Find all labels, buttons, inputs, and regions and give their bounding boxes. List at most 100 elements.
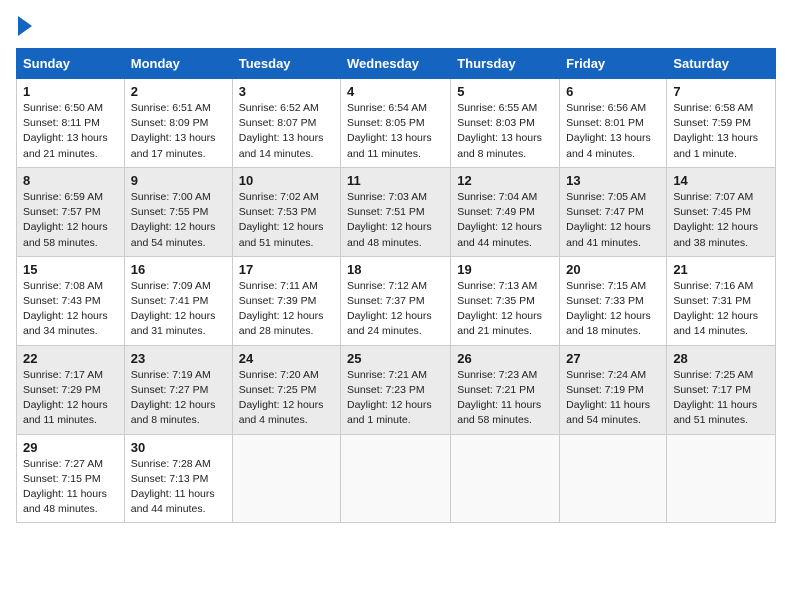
calendar-week-row: 22 Sunrise: 7:17 AMSunset: 7:29 PMDayligh… — [17, 345, 776, 434]
calendar-table: SundayMondayTuesdayWednesdayThursdayFrid… — [16, 48, 776, 523]
day-number: 9 — [131, 173, 226, 188]
day-number: 12 — [457, 173, 553, 188]
day-info: Sunrise: 7:12 AMSunset: 7:37 PMDaylight:… — [347, 279, 444, 340]
day-info: Sunrise: 7:00 AMSunset: 7:55 PMDaylight:… — [131, 190, 226, 251]
day-info: Sunrise: 6:56 AMSunset: 8:01 PMDaylight:… — [566, 101, 660, 162]
calendar-cell: 7 Sunrise: 6:58 AMSunset: 7:59 PMDaylight… — [667, 79, 776, 168]
day-info: Sunrise: 7:03 AMSunset: 7:51 PMDaylight:… — [347, 190, 444, 251]
calendar-cell: 3 Sunrise: 6:52 AMSunset: 8:07 PMDaylight… — [232, 79, 340, 168]
calendar-cell: 11 Sunrise: 7:03 AMSunset: 7:51 PMDayligh… — [341, 167, 451, 256]
calendar-cell: 13 Sunrise: 7:05 AMSunset: 7:47 PMDayligh… — [560, 167, 667, 256]
calendar-cell: 30 Sunrise: 7:28 AMSunset: 7:13 PMDayligh… — [124, 434, 232, 523]
day-number: 3 — [239, 84, 334, 99]
day-info: Sunrise: 6:50 AMSunset: 8:11 PMDaylight:… — [23, 101, 118, 162]
calendar-cell: 20Sunrise: 7:15 AMSunset: 7:33 PMDayligh… — [560, 256, 667, 345]
day-info: Sunrise: 7:27 AMSunset: 7:15 PMDaylight:… — [23, 457, 118, 518]
day-info: Sunrise: 7:04 AMSunset: 7:49 PMDaylight:… — [457, 190, 553, 251]
calendar-cell: 10 Sunrise: 7:02 AMSunset: 7:53 PMDayligh… — [232, 167, 340, 256]
day-number: 19 — [457, 262, 553, 277]
day-number: 22 — [23, 351, 118, 366]
calendar-cell — [560, 434, 667, 523]
calendar-header-thursday: Thursday — [451, 49, 560, 79]
day-info: Sunrise: 7:09 AMSunset: 7:41 PMDaylight:… — [131, 279, 226, 340]
calendar-cell: 21 Sunrise: 7:16 AMSunset: 7:31 PMDayligh… — [667, 256, 776, 345]
calendar-week-row: 1 Sunrise: 6:50 AMSunset: 8:11 PMDaylight… — [17, 79, 776, 168]
day-info: Sunrise: 7:17 AMSunset: 7:29 PMDaylight:… — [23, 368, 118, 429]
day-info: Sunrise: 7:19 AMSunset: 7:27 PMDaylight:… — [131, 368, 226, 429]
day-number: 7 — [673, 84, 769, 99]
day-number: 30 — [131, 440, 226, 455]
day-number: 2 — [131, 84, 226, 99]
calendar-cell — [341, 434, 451, 523]
calendar-cell — [232, 434, 340, 523]
calendar-cell: 12 Sunrise: 7:04 AMSunset: 7:49 PMDayligh… — [451, 167, 560, 256]
day-info: Sunrise: 7:02 AMSunset: 7:53 PMDaylight:… — [239, 190, 334, 251]
calendar-cell: 22 Sunrise: 7:17 AMSunset: 7:29 PMDayligh… — [17, 345, 125, 434]
calendar-cell: 9 Sunrise: 7:00 AMSunset: 7:55 PMDaylight… — [124, 167, 232, 256]
day-number: 25 — [347, 351, 444, 366]
day-info: Sunrise: 6:58 AMSunset: 7:59 PMDaylight:… — [673, 101, 769, 162]
day-number: 13 — [566, 173, 660, 188]
day-info: Sunrise: 6:59 AMSunset: 7:57 PMDaylight:… — [23, 190, 118, 251]
calendar-cell: 14Sunrise: 7:07 AMSunset: 7:45 PMDayligh… — [667, 167, 776, 256]
calendar-cell: 17 Sunrise: 7:11 AMSunset: 7:39 PMDayligh… — [232, 256, 340, 345]
calendar-week-row: 15 Sunrise: 7:08 AMSunset: 7:43 PMDayligh… — [17, 256, 776, 345]
calendar-cell: 25 Sunrise: 7:21 AMSunset: 7:23 PMDayligh… — [341, 345, 451, 434]
calendar-cell — [451, 434, 560, 523]
calendar-cell: 16 Sunrise: 7:09 AMSunset: 7:41 PMDayligh… — [124, 256, 232, 345]
day-info: Sunrise: 7:05 AMSunset: 7:47 PMDaylight:… — [566, 190, 660, 251]
calendar-cell: 6Sunrise: 6:56 AMSunset: 8:01 PMDaylight… — [560, 79, 667, 168]
calendar-cell: 18Sunrise: 7:12 AMSunset: 7:37 PMDayligh… — [341, 256, 451, 345]
calendar-cell: 27Sunrise: 7:24 AMSunset: 7:19 PMDayligh… — [560, 345, 667, 434]
day-info: Sunrise: 6:54 AMSunset: 8:05 PMDaylight:… — [347, 101, 444, 162]
day-info: Sunrise: 7:24 AMSunset: 7:19 PMDaylight:… — [566, 368, 660, 429]
calendar-header-sunday: Sunday — [17, 49, 125, 79]
day-info: Sunrise: 7:23 AMSunset: 7:21 PMDaylight:… — [457, 368, 553, 429]
calendar-week-row: 8Sunrise: 6:59 AMSunset: 7:57 PMDaylight… — [17, 167, 776, 256]
day-info: Sunrise: 7:08 AMSunset: 7:43 PMDaylight:… — [23, 279, 118, 340]
calendar-cell — [667, 434, 776, 523]
calendar-cell: 24 Sunrise: 7:20 AMSunset: 7:25 PMDayligh… — [232, 345, 340, 434]
calendar-cell: 19 Sunrise: 7:13 AMSunset: 7:35 PMDayligh… — [451, 256, 560, 345]
day-number: 24 — [239, 351, 334, 366]
day-info: Sunrise: 7:15 AMSunset: 7:33 PMDaylight:… — [566, 279, 660, 340]
day-number: 4 — [347, 84, 444, 99]
day-number: 5 — [457, 84, 553, 99]
calendar-cell: 29 Sunrise: 7:27 AMSunset: 7:15 PMDayligh… — [17, 434, 125, 523]
day-number: 17 — [239, 262, 334, 277]
calendar-header-row: SundayMondayTuesdayWednesdayThursdayFrid… — [17, 49, 776, 79]
day-info: Sunrise: 7:28 AMSunset: 7:13 PMDaylight:… — [131, 457, 226, 518]
day-number: 16 — [131, 262, 226, 277]
calendar-cell: 8Sunrise: 6:59 AMSunset: 7:57 PMDaylight… — [17, 167, 125, 256]
day-info: Sunrise: 6:52 AMSunset: 8:07 PMDaylight:… — [239, 101, 334, 162]
day-number: 26 — [457, 351, 553, 366]
day-info: Sunrise: 7:11 AMSunset: 7:39 PMDaylight:… — [239, 279, 334, 340]
day-info: Sunrise: 7:07 AMSunset: 7:45 PMDaylight:… — [673, 190, 769, 251]
day-number: 28 — [673, 351, 769, 366]
day-number: 11 — [347, 173, 444, 188]
day-info: Sunrise: 6:51 AMSunset: 8:09 PMDaylight:… — [131, 101, 226, 162]
day-info: Sunrise: 7:25 AMSunset: 7:17 PMDaylight:… — [673, 368, 769, 429]
calendar-cell: 5 Sunrise: 6:55 AMSunset: 8:03 PMDaylight… — [451, 79, 560, 168]
day-info: Sunrise: 7:20 AMSunset: 7:25 PMDaylight:… — [239, 368, 334, 429]
logo — [16, 16, 32, 36]
day-number: 10 — [239, 173, 334, 188]
calendar-header-friday: Friday — [560, 49, 667, 79]
calendar-header-monday: Monday — [124, 49, 232, 79]
calendar-cell: 2 Sunrise: 6:51 AMSunset: 8:09 PMDaylight… — [124, 79, 232, 168]
calendar-cell: 15 Sunrise: 7:08 AMSunset: 7:43 PMDayligh… — [17, 256, 125, 345]
calendar-header-saturday: Saturday — [667, 49, 776, 79]
calendar-cell: 23Sunrise: 7:19 AMSunset: 7:27 PMDayligh… — [124, 345, 232, 434]
calendar-cell: 1 Sunrise: 6:50 AMSunset: 8:11 PMDaylight… — [17, 79, 125, 168]
day-info: Sunrise: 7:21 AMSunset: 7:23 PMDaylight:… — [347, 368, 444, 429]
calendar-cell: 4 Sunrise: 6:54 AMSunset: 8:05 PMDaylight… — [341, 79, 451, 168]
day-number: 21 — [673, 262, 769, 277]
day-number: 15 — [23, 262, 118, 277]
day-info: Sunrise: 7:16 AMSunset: 7:31 PMDaylight:… — [673, 279, 769, 340]
page-header — [16, 16, 776, 36]
day-info: Sunrise: 6:55 AMSunset: 8:03 PMDaylight:… — [457, 101, 553, 162]
calendar-header-wednesday: Wednesday — [341, 49, 451, 79]
day-number: 29 — [23, 440, 118, 455]
day-number: 1 — [23, 84, 118, 99]
day-info: Sunrise: 7:13 AMSunset: 7:35 PMDaylight:… — [457, 279, 553, 340]
